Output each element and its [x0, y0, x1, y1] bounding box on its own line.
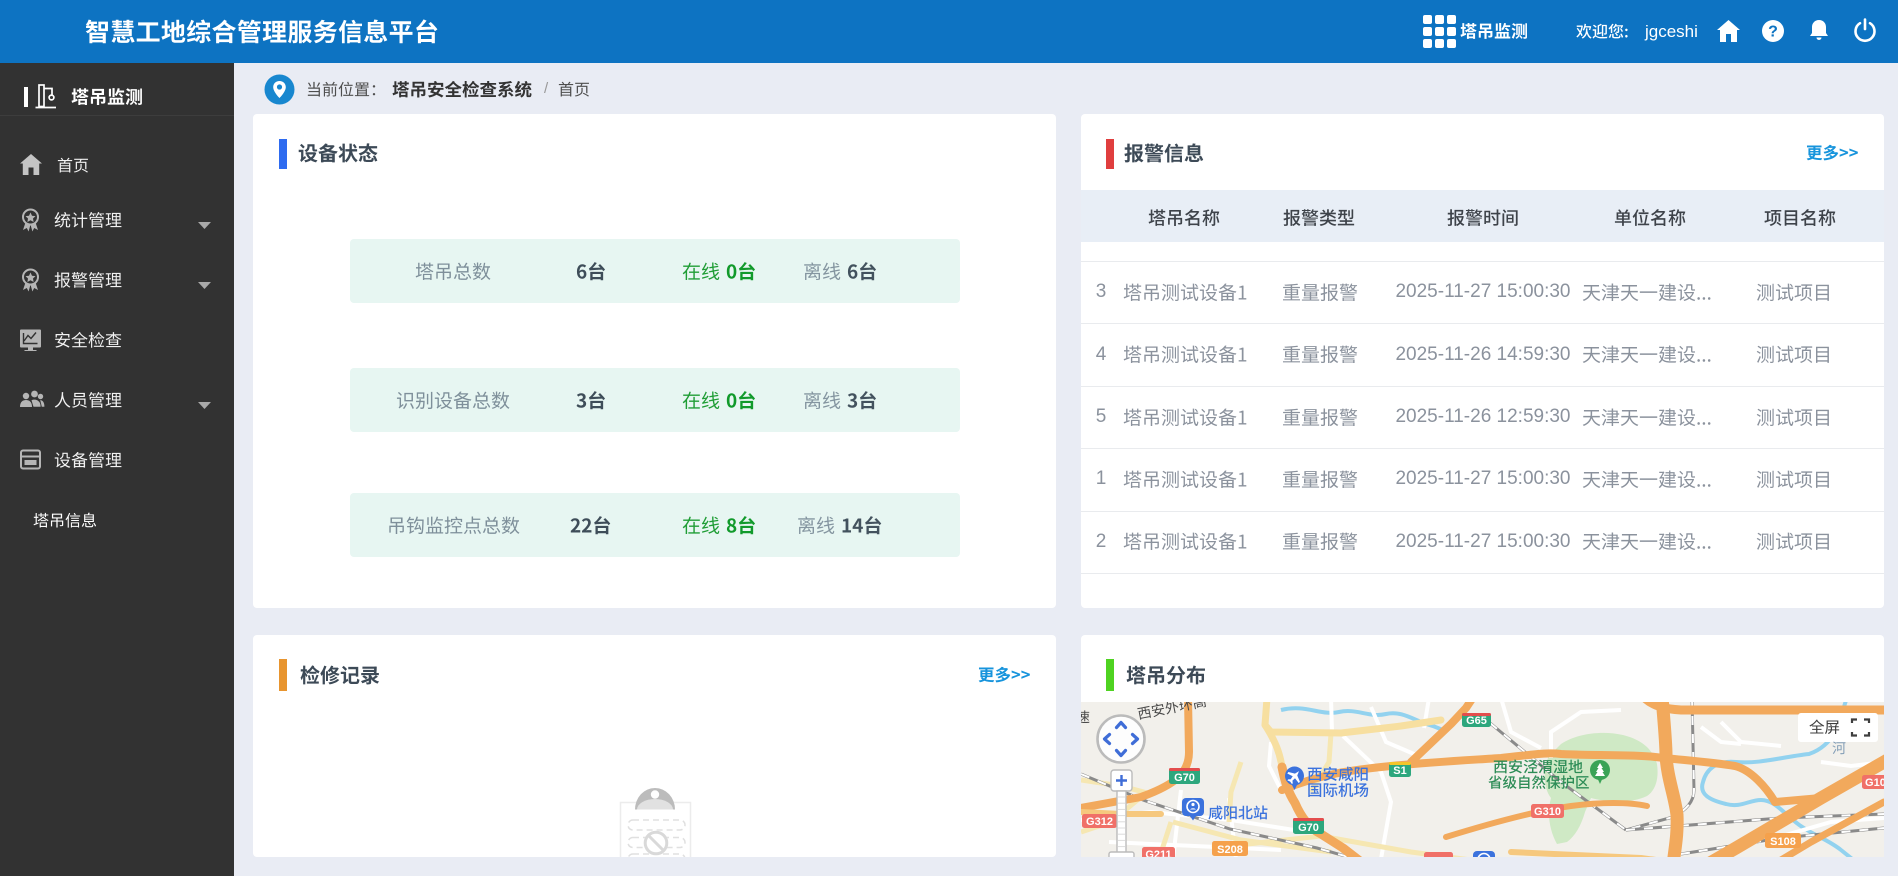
svg-text:?: ?	[1768, 24, 1778, 41]
